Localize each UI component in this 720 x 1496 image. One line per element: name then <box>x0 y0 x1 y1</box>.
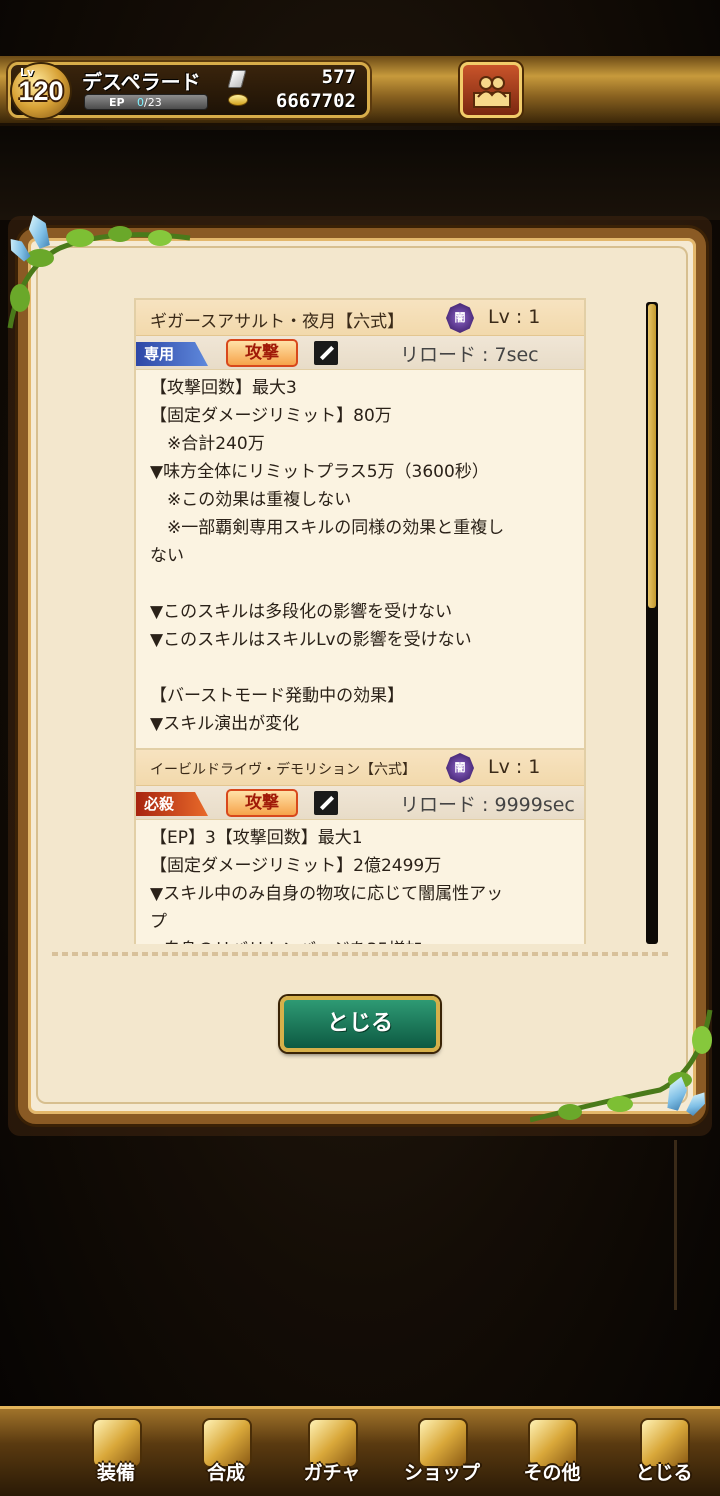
sword-icon <box>314 341 338 365</box>
nav-label: とじる <box>635 1462 693 1484</box>
skill-description: 【攻撃回数】最大3 【固定ダメージリミット】80万 ※合計240万 ▼味方全体に… <box>150 378 505 734</box>
ep-label: EP <box>109 96 125 109</box>
ep-value: 0/23 <box>137 95 162 110</box>
ep-gauge: EP 0/23 <box>84 94 208 110</box>
player-name: デスペラード <box>82 70 201 94</box>
skill-level: Lv : 1 <box>488 756 541 778</box>
vine-decoration-bottom-right <box>530 1009 713 1123</box>
background-band <box>0 130 720 220</box>
dark-attribute-icon: 闇 <box>446 303 474 333</box>
skill-type-tag: 必殺 <box>136 792 208 816</box>
nav-label: 合成 <box>206 1462 245 1484</box>
ep-max: /23 <box>144 96 162 109</box>
gem-count: 577 <box>321 66 356 88</box>
level-value: 120 <box>18 76 64 106</box>
skill-card: イービルドライヴ・デモリション【六式】 闇 Lv : 1 必殺 攻撃 リロード … <box>134 748 586 944</box>
attack-badge: 攻撃 <box>226 339 298 367</box>
vine-stem <box>674 1140 677 1310</box>
skill-level: Lv : 1 <box>488 306 541 328</box>
dialog-divider <box>52 952 672 956</box>
dark-attribute-icon: 闇 <box>446 753 474 783</box>
friends-button[interactable] <box>460 62 522 118</box>
ep-current: 0 <box>137 96 144 109</box>
nav-shop[interactable]: ショップ <box>392 1412 492 1492</box>
coin-count: 6667702 <box>275 90 356 112</box>
scrollbar-thumb[interactable] <box>648 304 656 608</box>
attack-badge: 攻撃 <box>226 789 298 817</box>
nav-close[interactable]: とじる <box>614 1412 714 1492</box>
skill-info-row: 専用 攻撃 リロード : 7sec <box>136 336 584 370</box>
nav-other[interactable]: その他 <box>502 1412 602 1492</box>
nav-label: ガチャ <box>303 1462 361 1484</box>
skill-type-tag: 専用 <box>136 342 208 366</box>
skill-name: イービルドライヴ・デモリション【六式】 <box>150 762 416 778</box>
skill-header: イービルドライヴ・デモリション【六式】 闇 Lv : 1 <box>136 750 584 786</box>
skill-info-row: 必殺 攻撃 リロード : 9999sec <box>136 786 584 820</box>
nav-label: 装備 <box>96 1462 135 1484</box>
reload-time: リロード : 7sec <box>400 344 539 366</box>
nav-synthesis[interactable]: 合成 <box>176 1412 276 1492</box>
close-button[interactable]: とじる <box>280 996 440 1052</box>
nav-label: ショップ <box>403 1462 480 1484</box>
friends-book-icon <box>473 76 511 108</box>
nav-equipment[interactable]: 装備 <box>66 1412 166 1492</box>
nav-label: その他 <box>523 1462 581 1484</box>
skill-name: ギガースアサルト・夜月【六式】 <box>150 312 405 332</box>
skill-description: 【EP】3【攻撃回数】最大1 【固定ダメージリミット】2億2499万 ▼スキル中… <box>150 828 504 944</box>
skill-card: ギガースアサルト・夜月【六式】 闇 Lv : 1 専用 攻撃 リロード : 7s… <box>134 298 586 750</box>
skill-header: ギガースアサルト・夜月【六式】 闇 Lv : 1 <box>136 300 584 336</box>
skill-list[interactable]: ギガースアサルト・夜月【六式】 闇 Lv : 1 専用 攻撃 リロード : 7s… <box>134 298 586 944</box>
reload-time: リロード : 9999sec <box>400 794 575 816</box>
sword-icon <box>314 791 338 815</box>
nav-gacha[interactable]: ガチャ <box>282 1412 382 1492</box>
